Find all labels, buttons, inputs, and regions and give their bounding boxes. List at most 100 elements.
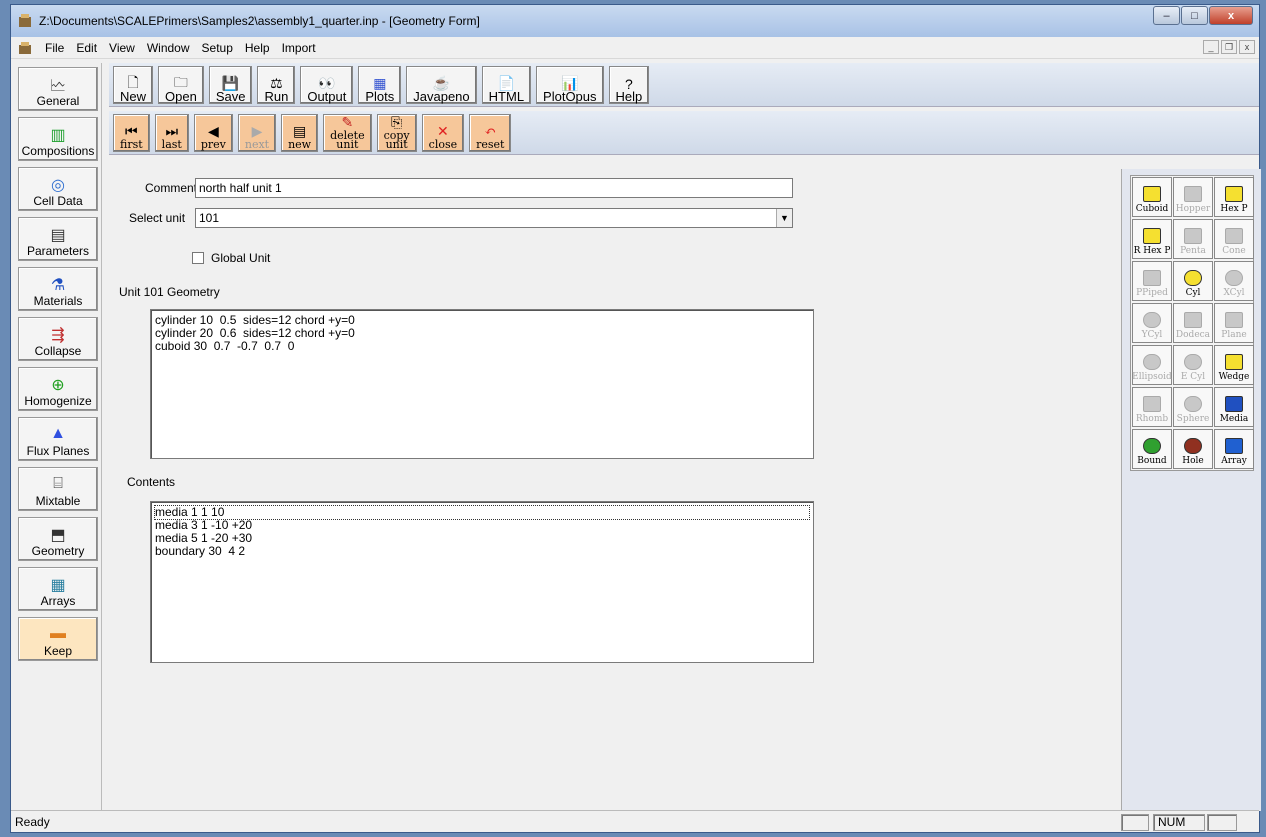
menu-help[interactable]: Help — [239, 39, 276, 57]
text-line: media 3 1 -10 +20 — [155, 518, 253, 532]
new-button[interactable]: ▤ new — [281, 113, 319, 152]
shape-dodeca-button[interactable]: Dodeca — [1173, 303, 1213, 343]
toolbar-button-label: Javapeno — [413, 88, 470, 104]
menu-setup[interactable]: Setup — [196, 39, 239, 57]
last-button[interactable]: ⏭ last — [154, 113, 189, 152]
javapeno-button[interactable]: ☕ Javapeno — [406, 65, 477, 104]
text-line: cuboid 30 0.7 -0.7 0.7 0 — [155, 339, 295, 353]
sidebar-item-geometry[interactable]: ⬒ Geometry — [18, 517, 98, 561]
mdi-child-icon[interactable] — [17, 41, 33, 55]
shape-bound-button[interactable]: Bound — [1132, 429, 1172, 469]
help-button[interactable]: ? Help — [608, 65, 650, 104]
left-sidebar: 🗠 General ▥ Compositions ◎ Cell Data ▤ Paramete… — [14, 63, 102, 811]
shape-hole-button[interactable]: Hole — [1173, 429, 1213, 469]
shape-ppiped-button[interactable]: PPiped — [1132, 261, 1172, 301]
toolbar-button-label: copy unit — [383, 128, 410, 151]
html-button[interactable]: 📄 HTML — [481, 65, 532, 104]
sidebar-item-cell-data[interactable]: ◎ Cell Data — [18, 167, 98, 211]
shape-rhomb-button[interactable]: Rhomb — [1132, 387, 1172, 427]
sidebar-item-arrays[interactable]: ▦ Arrays — [18, 567, 98, 611]
keep-icon: ▬ — [50, 625, 66, 642]
shape-hex-p-button[interactable]: Hex P — [1214, 177, 1254, 217]
toolbar-button-label: new — [288, 137, 312, 151]
sidebar-item-keep[interactable]: ▬ Keep — [18, 617, 98, 661]
save-button[interactable]: 💾 Save — [208, 65, 253, 104]
prev-button[interactable]: ◀ prev — [193, 113, 233, 152]
shape-xcyl-button[interactable]: XCyl — [1214, 261, 1254, 301]
plane-icon — [1225, 312, 1243, 328]
open-button[interactable]: 🗀 Open — [158, 65, 204, 104]
close-window-button[interactable]: x — [1209, 6, 1253, 25]
select-unit-dropdown[interactable]: 101 ▼ — [195, 208, 793, 228]
chevron-down-icon[interactable]: ▼ — [776, 209, 792, 227]
sidebar-item-mixtable[interactable]: ⌸ Mixtable — [18, 467, 98, 511]
menu-edit[interactable]: Edit — [70, 39, 103, 57]
sidebar-item-homogenize[interactable]: ⊕ Homogenize — [18, 367, 98, 411]
sidebar-item-materials[interactable]: ⚗ Materials — [18, 267, 98, 311]
shape-cyl-button[interactable]: Cyl — [1173, 261, 1213, 301]
next-button[interactable]: ▶ next — [237, 113, 277, 152]
toolbar-button-label: Plots — [365, 88, 395, 104]
sidebar-item-parameters[interactable]: ▤ Parameters — [18, 217, 98, 261]
menu-window[interactable]: Window — [141, 39, 196, 57]
shape-hopper-button[interactable]: Hopper — [1173, 177, 1213, 217]
mdi-minimize-button[interactable]: _ — [1203, 40, 1219, 54]
window-title: Z:\Documents\SCALEPrimers\Samples2\assem… — [39, 14, 480, 28]
menu-import[interactable]: Import — [276, 39, 322, 57]
shape-cuboid-button[interactable]: Cuboid — [1132, 177, 1172, 217]
status-panel-scroll — [1207, 814, 1237, 831]
run-button[interactable]: ⚖ Run — [257, 65, 296, 104]
shape-array-button[interactable]: Array — [1214, 429, 1254, 469]
parameters-icon: ▤ — [50, 227, 66, 244]
copy-unit-button[interactable]: ⎘ copy unit — [376, 113, 417, 152]
sidebar-item-collapse[interactable]: ⇶ Collapse — [18, 317, 98, 361]
media-icon — [1225, 396, 1243, 412]
menu-view[interactable]: View — [103, 39, 141, 57]
menu-file[interactable]: File — [39, 39, 70, 57]
plots-button[interactable]: ▦ Plots — [358, 65, 402, 104]
delete-unit-button[interactable]: ✎ delete unit — [323, 113, 372, 152]
shape-ellipsoid-button[interactable]: Ellipsoid — [1132, 345, 1172, 385]
shape-palette: Cuboid Hopper Hex P R Hex P Penta Cone PPiped C… — [1130, 175, 1254, 471]
shape-label: Cuboid — [1135, 204, 1169, 214]
new-button[interactable]: 🗋 New — [113, 65, 154, 104]
shape-label: Hopper — [1175, 204, 1211, 214]
contents-textarea[interactable]: media 1 1 10 media 3 1 -10 +20 media 5 1 -… — [150, 501, 814, 663]
geometry-icon: ⬒ — [50, 527, 66, 544]
arrays-icon: ▦ — [50, 577, 66, 594]
first-button[interactable]: ⏮ first — [113, 113, 150, 152]
maximize-button[interactable]: □ — [1181, 6, 1208, 25]
title-bar[interactable]: Z:\Documents\SCALEPrimers\Samples2\assem… — [11, 5, 1259, 37]
shape-wedge-button[interactable]: Wedge — [1214, 345, 1254, 385]
materials-icon: ⚗ — [50, 277, 66, 294]
sidebar-item-general[interactable]: 🗠 General — [18, 67, 98, 111]
rhomb-icon — [1143, 396, 1161, 412]
output-button[interactable]: 👀 Output — [300, 65, 354, 104]
comment-input[interactable]: north half unit 1 — [195, 178, 793, 198]
shape-media-button[interactable]: Media — [1214, 387, 1254, 427]
close-button[interactable]: ✕ close — [421, 113, 465, 152]
main-toolbar: 🗋 New 🗀 Open 💾 Save ⚖ Run 👀 Output ▦ Plots ☕ Javapeno… — [109, 63, 1259, 107]
geometry-textarea[interactable]: cylinder 10 0.5 sides=12 chord +y=0 cylin… — [150, 309, 814, 459]
shape-sphere-button[interactable]: Sphere — [1173, 387, 1213, 427]
shape-label: Wedge — [1218, 372, 1250, 382]
sidebar-item-flux-planes[interactable]: ▲ Flux Planes — [18, 417, 98, 461]
shape-plane-button[interactable]: Plane — [1214, 303, 1254, 343]
shape-e-cyl-button[interactable]: E Cyl — [1173, 345, 1213, 385]
homogenize-icon: ⊕ — [51, 377, 65, 394]
shape-label: E Cyl — [1180, 372, 1206, 382]
unit-nav-toolbar: ⏮ first ⏭ last ◀ prev ▶ next ▤ new ✎ delete unit ⎘ co… — [109, 111, 1259, 155]
shape-cone-button[interactable]: Cone — [1214, 219, 1254, 259]
reset-button[interactable]: ↶ reset — [469, 113, 512, 152]
shape-r-hex-p-button[interactable]: R Hex P — [1132, 219, 1172, 259]
plotopus-button[interactable]: 📊 PlotOpus — [536, 65, 604, 104]
shape-palette-panel: Cuboid Hopper Hex P R Hex P Penta Cone PPiped C… — [1121, 169, 1261, 811]
sidebar-item-compositions[interactable]: ▥ Compositions — [18, 117, 98, 161]
shape-ycyl-button[interactable]: YCyl — [1132, 303, 1172, 343]
shape-penta-button[interactable]: Penta — [1173, 219, 1213, 259]
flux-planes-icon: ▲ — [50, 425, 66, 442]
minimize-button[interactable]: – — [1153, 6, 1180, 25]
mdi-close-button[interactable]: x — [1239, 40, 1255, 54]
mdi-restore-button[interactable]: ❐ — [1221, 40, 1237, 54]
global-unit-checkbox[interactable] — [192, 252, 204, 264]
